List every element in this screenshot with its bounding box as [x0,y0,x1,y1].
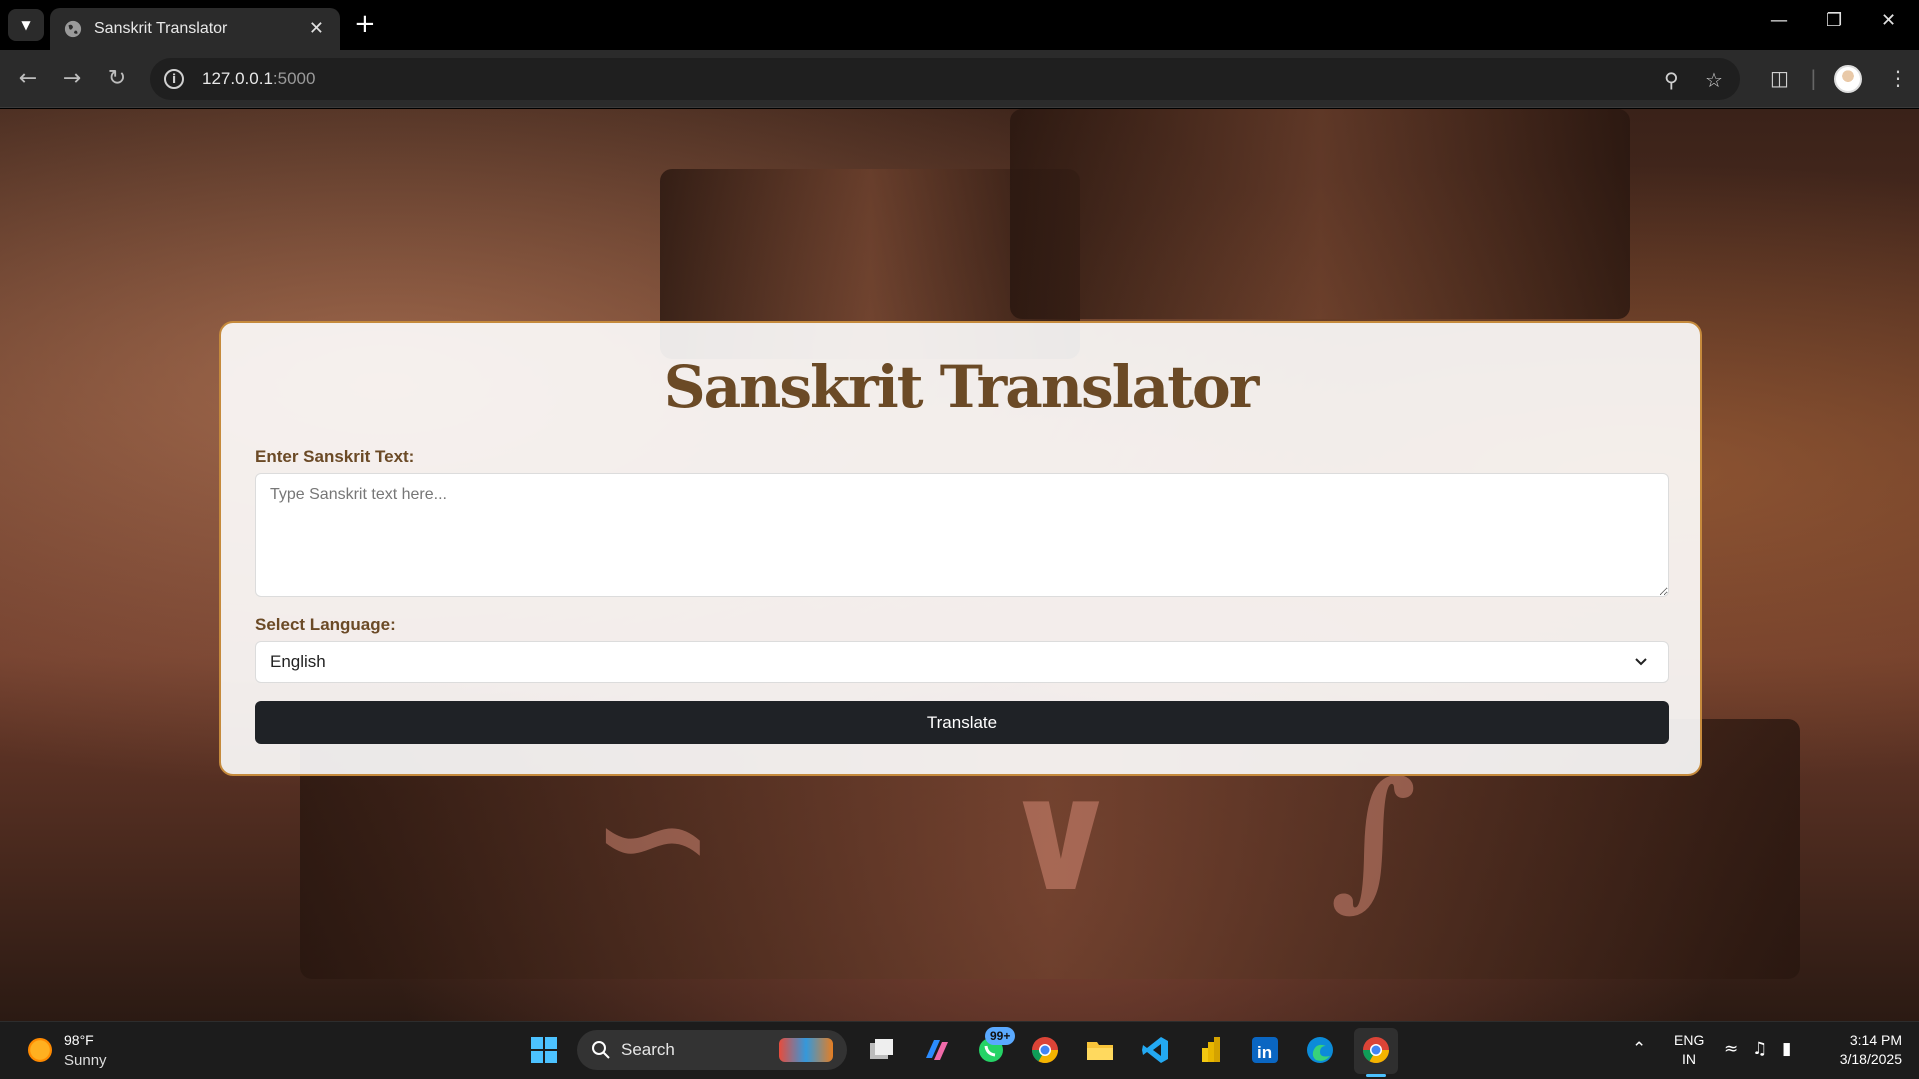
sanskrit-input-label: Enter Sanskrit Text: [255,447,415,466]
clock-time[interactable]: 3:14 PM [1822,1032,1902,1048]
task-view-icon[interactable] [866,1034,898,1066]
extensions-icon[interactable]: ◫ [1770,66,1789,90]
language-select[interactable]: English [255,641,1669,683]
chevron-down-icon [1635,658,1647,666]
address-bar[interactable]: i 127.0.0.1:5000 ⚲ ☆ [150,58,1740,100]
globe-icon [64,20,82,38]
vscode-icon[interactable] [1139,1034,1171,1066]
tab-search-button[interactable]: ▼ [8,9,44,41]
volume-icon[interactable]: ♫ [1752,1039,1767,1059]
sun-icon[interactable] [28,1038,52,1062]
browser-tabstrip: ▼ Sanskrit Translator ✕ + — ❐ ✕ [0,0,1919,50]
tab-title: Sanskrit Translator [94,20,228,37]
power-bi-icon[interactable] [1194,1034,1226,1066]
chrome-profile-icon[interactable] [1360,1034,1392,1066]
linkedin-icon[interactable]: in [1249,1034,1281,1066]
language-selected-value: English [270,652,326,671]
clock-date[interactable]: 3/18/2025 [1822,1051,1902,1067]
input-language[interactable]: ENG [1674,1032,1704,1048]
translator-card: Sanskrit Translator Enter Sanskrit Text:… [219,321,1702,776]
show-hidden-icons-chevron-icon[interactable]: ⌃ [1632,1039,1646,1059]
chrome-icon[interactable] [1029,1034,1061,1066]
back-arrow-icon[interactable]: ← [14,65,42,93]
search-highlight-icon [779,1038,833,1062]
url-port: :5000 [272,69,316,88]
profile-avatar[interactable] [1834,65,1862,93]
search-icon [592,1041,610,1059]
edge-icon[interactable] [1304,1034,1336,1066]
browser-tab[interactable]: Sanskrit Translator ✕ [50,8,340,50]
menu-kebab-icon[interactable]: ⋮ [1888,66,1908,90]
windows-taskbar: 98°F Sunny Search 99+ in ⌃ ENG IN ≈ ♫ ▮ … [0,1021,1919,1079]
svg-text:in: in [1257,1043,1272,1062]
page-title: Sanskrit Translator [663,353,1260,421]
search-label: Search [621,1040,675,1059]
site-info-icon[interactable]: i [164,69,184,89]
copilot-icon[interactable] [920,1034,952,1066]
windows-start-icon[interactable] [528,1034,560,1066]
language-select-label: Select Language: [255,615,396,634]
input-region[interactable]: IN [1674,1051,1704,1067]
tab-close-icon[interactable]: ✕ [309,18,324,39]
forward-arrow-icon[interactable]: → [58,65,86,93]
url-host: 127.0.0.1 [202,69,273,88]
zoom-icon[interactable]: ⚲ [1664,68,1679,92]
active-app-indicator [1366,1074,1386,1077]
sanskrit-text-input[interactable] [255,473,1669,597]
weather-temperature[interactable]: 98°F [64,1032,94,1048]
whatsapp-badge: 99+ [985,1027,1016,1045]
bookmark-star-icon[interactable]: ☆ [1705,68,1723,92]
toolbar-divider: | [1810,66,1817,90]
minimize-icon[interactable]: — [1770,10,1788,31]
weather-description[interactable]: Sunny [64,1052,107,1069]
restore-icon[interactable]: ❐ [1826,10,1842,31]
new-tab-button[interactable]: + [354,10,376,38]
taskbar-search[interactable]: Search [577,1030,847,1070]
window-close-icon[interactable]: ✕ [1881,10,1896,31]
battery-icon[interactable]: ▮ [1782,1039,1791,1059]
browser-toolbar: ← → ↻ i 127.0.0.1:5000 ⚲ ☆ ◫ | ⋮ [0,50,1919,108]
chevron-down-icon: ▼ [21,18,31,32]
wifi-icon[interactable]: ≈ [1724,1039,1738,1059]
file-explorer-icon[interactable] [1084,1034,1116,1066]
background-drum [1010,109,1630,319]
reload-icon[interactable]: ↻ [103,65,131,93]
translate-button[interactable]: Translate [255,701,1669,744]
